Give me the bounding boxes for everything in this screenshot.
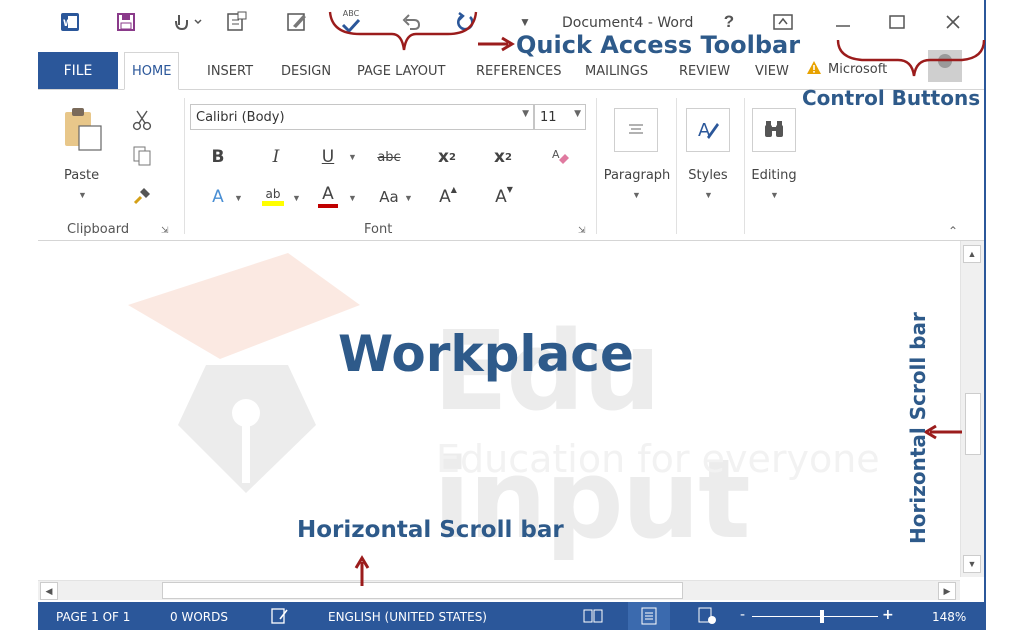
quick-access-brace <box>328 11 478 51</box>
quick-access-annotation: Quick Access Toolbar <box>516 31 801 59</box>
control-buttons-annotation: Control Buttons <box>802 86 981 110</box>
horizontal-scroll-annotation: Horizontal Scroll bar <box>297 517 564 543</box>
vertical-scroll-annotation: Horizontal Scroll bar <box>906 312 930 544</box>
tab-home[interactable]: HOME <box>124 52 180 90</box>
control-buttons-brace <box>836 39 986 77</box>
